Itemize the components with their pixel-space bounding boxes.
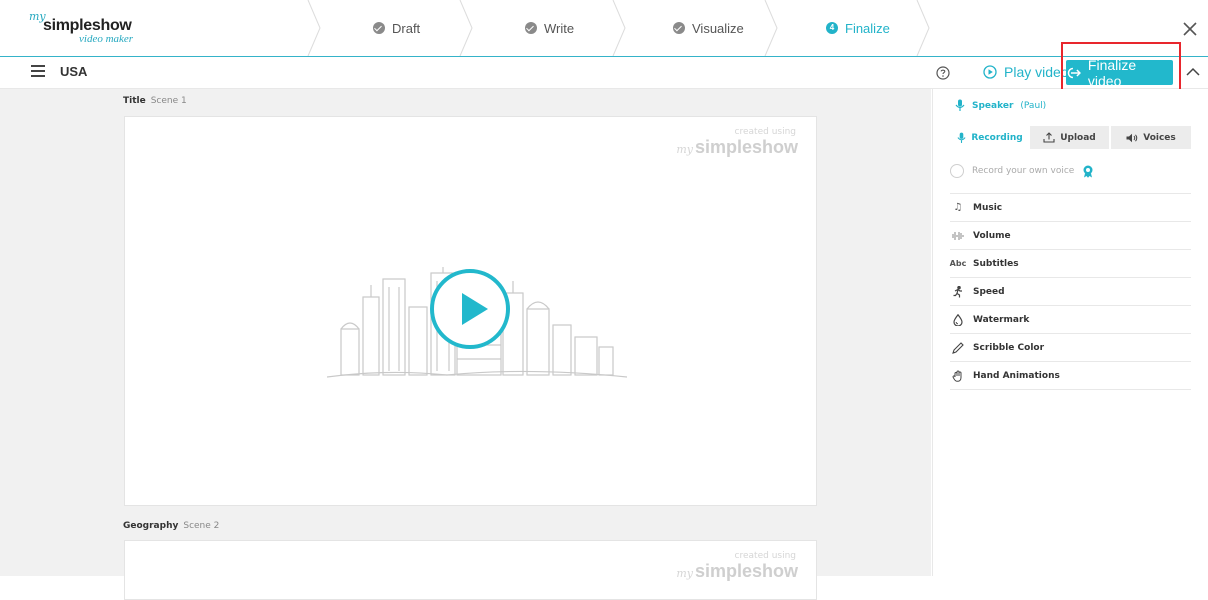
settings-list: ♫ Music Volume Abc Subtitles Speed Water… — [950, 193, 1191, 390]
editor-toolbar: USA Play video Finalize video — [0, 57, 1208, 89]
step-separator-icon — [612, 0, 626, 56]
watermark: created using my simpleshow — [676, 127, 798, 158]
project-title: USA — [60, 64, 88, 79]
watermark-caption: created using — [734, 127, 796, 137]
scene-preview-2[interactable]: created using my simpleshow — [124, 540, 817, 600]
record-own-voice-option[interactable]: Record your own voice — [950, 164, 1094, 178]
setting-watermark[interactable]: Watermark — [950, 305, 1191, 333]
step-write[interactable]: Write — [525, 18, 574, 38]
tab-recording-label: Recording — [971, 132, 1023, 143]
tab-recording[interactable]: Recording — [950, 126, 1030, 149]
check-circle-icon — [373, 22, 385, 34]
microphone-icon — [955, 99, 965, 111]
setting-volume[interactable]: Volume — [950, 221, 1191, 249]
close-icon[interactable] — [1181, 20, 1199, 38]
check-circle-icon — [525, 22, 537, 34]
step-separator-icon — [764, 0, 778, 56]
setting-subtitles[interactable]: Abc Subtitles — [950, 249, 1191, 277]
scene-title: Title — [123, 96, 146, 106]
step-separator-icon — [307, 0, 321, 56]
setting-speed[interactable]: Speed — [950, 277, 1191, 305]
watermark-brand: my simpleshow — [676, 137, 798, 157]
wizard-header: my simpleshow video maker Draft Write Vi… — [0, 0, 1208, 57]
speaker-label: Speaker — [972, 100, 1014, 111]
scene-number: Scene 1 — [150, 96, 187, 106]
play-video-label: Play video — [1004, 64, 1069, 80]
music-note-icon: ♫ — [953, 202, 963, 213]
setting-scribble-color[interactable]: Scribble Color — [950, 333, 1191, 361]
check-circle-icon — [673, 22, 685, 34]
subtitles-icon: Abc — [949, 259, 967, 268]
scene-preview-1[interactable]: created using my simpleshow — [124, 116, 817, 506]
speaker-row[interactable]: Speaker (Paul) — [955, 99, 1046, 112]
hand-icon — [952, 370, 964, 382]
step-label: Finalize — [845, 20, 890, 36]
upload-icon — [1043, 132, 1055, 143]
speaker-icon — [1126, 133, 1138, 142]
tab-upload-label: Upload — [1060, 132, 1096, 143]
speed-icon — [952, 285, 964, 298]
voice-source-tabs: Recording Upload Voices — [950, 126, 1191, 149]
microphone-icon — [957, 132, 966, 143]
setting-hand-animations[interactable]: Hand Animations — [950, 361, 1191, 390]
play-icon[interactable] — [430, 269, 510, 349]
step-draft[interactable]: Draft — [373, 18, 420, 38]
tab-upload[interactable]: Upload — [1030, 126, 1111, 149]
play-circle-icon — [983, 65, 997, 79]
tab-voices[interactable]: Voices — [1111, 126, 1191, 149]
step-separator-icon — [459, 0, 473, 56]
scene-label-1: Title Scene 1 — [123, 96, 187, 106]
watermark: created using my simpleshow — [676, 551, 798, 582]
step-number-icon: 4 — [826, 22, 838, 34]
setting-music[interactable]: ♫ Music — [950, 193, 1191, 221]
scene-title: Geography — [123, 521, 179, 531]
tab-voices-label: Voices — [1143, 132, 1176, 143]
logo-subtitle: video maker — [79, 33, 134, 45]
step-visualize[interactable]: Visualize — [673, 18, 744, 38]
watermark-icon — [952, 313, 964, 326]
scene-number: Scene 2 — [183, 521, 220, 531]
volume-icon — [952, 230, 964, 242]
app-logo[interactable]: my simpleshow video maker — [29, 10, 159, 49]
step-finalize[interactable]: 4 Finalize — [826, 18, 890, 38]
watermark-caption: created using — [734, 551, 796, 561]
record-own-voice-label: Record your own voice — [972, 166, 1075, 176]
menu-icon[interactable] — [31, 65, 45, 77]
watermark-brand: my simpleshow — [676, 561, 798, 581]
step-label: Draft — [392, 20, 421, 36]
audio-settings-panel: Speaker (Paul) Recording Upload Voices R… — [932, 89, 1208, 576]
chevron-up-icon[interactable] — [1186, 67, 1200, 77]
record-own-voice-radio[interactable] — [950, 164, 964, 178]
play-video-button[interactable]: Play video — [983, 62, 1069, 82]
step-label: Visualize — [692, 20, 744, 36]
scene-label-2: Geography Scene 2 — [123, 521, 219, 531]
step-label: Write — [544, 20, 575, 36]
help-icon[interactable] — [936, 66, 950, 80]
pen-icon — [952, 341, 964, 354]
premium-badge-icon — [1083, 165, 1093, 178]
step-separator-icon — [916, 0, 930, 56]
speaker-voice: (Paul) — [1020, 100, 1047, 111]
